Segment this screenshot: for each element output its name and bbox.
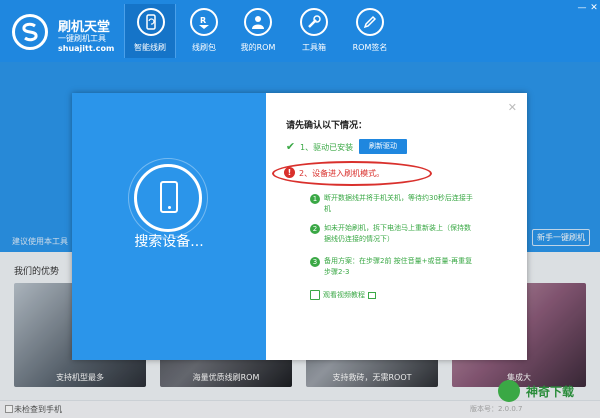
nav-item-my-rom[interactable]: 我的ROM: [232, 4, 284, 58]
video-tutorial-label: 观看视频教程: [323, 291, 365, 299]
pen-icon: [356, 8, 384, 36]
minimize-button[interactable]: —: [576, 2, 588, 14]
substep-text: 备用方案：在步骤2前 按住音量+或音量-再重复步骤2-3: [324, 257, 473, 276]
watermark-logo-icon: [498, 380, 520, 402]
nav-label: 线刷包: [192, 43, 216, 52]
svg-text:R: R: [200, 16, 206, 25]
rom-package-icon: R: [190, 8, 218, 36]
dialog-close-icon[interactable]: ✕: [508, 101, 517, 114]
app-url: shuajitt.com: [58, 44, 115, 53]
nav-label: 工具箱: [302, 43, 326, 52]
nav-item-rom-sign[interactable]: ROM签名: [344, 4, 396, 58]
alert-icon: !: [284, 167, 295, 178]
nav-item-rom-package[interactable]: R 线刷包: [178, 4, 230, 58]
user-icon: [244, 8, 272, 36]
substep-number: 3: [310, 257, 320, 267]
dialog-search-panel: 搜索设备...: [72, 93, 266, 360]
play-icon: [368, 291, 376, 299]
app-window: 刷机天堂 一键刷机工具 shuajitt.com 智能线刷 R 线刷包 我的RO…: [0, 0, 600, 418]
step2-text: 2、设备进入刷机模式。: [299, 169, 385, 178]
nav-item-toolbox[interactable]: 工具箱: [288, 4, 340, 58]
search-status: 搜索设备...: [134, 234, 204, 250]
video-tutorial-link[interactable]: 观看视频教程: [310, 290, 376, 300]
close-button[interactable]: ✕: [588, 2, 600, 14]
app-logo: 刷机天堂 一键刷机工具 shuajitt.com: [8, 8, 118, 56]
confirm-title: 请先确认以下情况：: [286, 121, 368, 131]
check-icon: ✔: [285, 140, 296, 153]
header: 刷机天堂 一键刷机工具 shuajitt.com 智能线刷 R 线刷包 我的RO…: [0, 0, 600, 62]
watermark-text: 神奇下载: [526, 385, 575, 399]
refresh-driver-button[interactable]: 刷新驱动: [359, 139, 407, 154]
app-tagline: 一键刷机工具: [58, 34, 106, 43]
wrench-icon: [300, 8, 328, 36]
substep-text: 如未开始刷机，拆下电池马上重新装上（保持数据线仍连接的情况下）: [324, 224, 471, 243]
nav-item-smart-flash[interactable]: 智能线刷: [124, 4, 176, 58]
nav-label: 我的ROM: [240, 43, 276, 52]
substep-text: 断开数据线并将手机关机，等待约30秒后连接手机: [324, 194, 473, 213]
phone-icon: [160, 181, 178, 213]
phone-refresh-icon: [137, 8, 165, 36]
substep-number: 2: [310, 224, 320, 234]
search-spinner: [128, 158, 208, 238]
nav-label: ROM签名: [352, 43, 388, 52]
logo-s-icon: [12, 14, 48, 50]
step1-text: 1、驱动已安装: [300, 143, 354, 152]
device-search-dialog: 搜索设备... ✕ 请先确认以下情况： ✔ 1、驱动已安装 刷新驱动 ! 2、设…: [72, 93, 527, 360]
film-icon: [310, 290, 320, 300]
substep-number: 1: [310, 194, 320, 204]
nav-label: 智能线刷: [134, 43, 166, 52]
